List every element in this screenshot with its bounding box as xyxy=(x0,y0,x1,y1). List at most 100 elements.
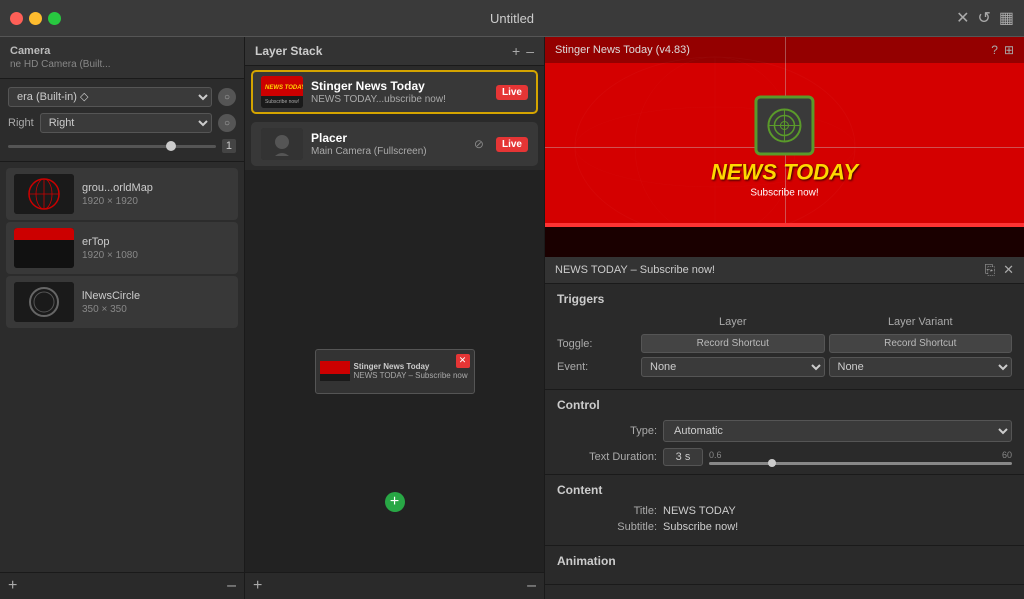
titlebar-toolbar: ✕ ↺ ▦ xyxy=(956,8,1014,28)
thumb-size: 1920 × 1920 xyxy=(82,196,230,207)
stinger-layer-info: Stinger News Today NEWS TODAY...ubscribe… xyxy=(311,79,488,105)
placer-layer-name: Placer xyxy=(311,131,466,145)
thumb-ertop xyxy=(14,228,74,268)
right-panel: Stinger News Today (v4.83) ? ⊞ NEW xyxy=(545,37,1024,599)
camera-dropdown-row: era (Built-in) ◇ ○ xyxy=(8,87,236,107)
content-subtitle-label: Subtitle: xyxy=(557,521,657,533)
event-label: Event: xyxy=(557,361,637,373)
toggle-variant-shortcut-btn[interactable]: Record Shortcut xyxy=(829,334,1013,353)
stinger-layer-sub: NEWS TODAY...ubscribe now! xyxy=(311,94,488,105)
titlebar: Untitled ✕ ↺ ▦ xyxy=(0,0,1024,37)
remove-layer-button[interactable]: – xyxy=(227,577,236,595)
right-circle-btn[interactable]: ○ xyxy=(218,114,236,132)
duration-slider-container: 0.6 60 xyxy=(709,450,1012,465)
stinger-layer-name: Stinger News Today xyxy=(311,79,488,93)
stinger-thumb: NEWS TODAY Subscribe now! xyxy=(261,76,303,108)
window-title: Untitled xyxy=(490,11,534,26)
props-banner: NEWS TODAY – Subscribe now! ⎘ ✕ xyxy=(545,257,1024,284)
layer-placer[interactable]: Placer Main Camera (Fullscreen) ⊘ Live xyxy=(251,122,538,166)
thumb-size: 350 × 350 xyxy=(82,304,230,315)
toggle-layer-shortcut-btn[interactable]: Record Shortcut xyxy=(641,334,825,353)
add-layer-button[interactable]: + xyxy=(8,577,17,595)
trigger-toggle-row: Toggle: Record Shortcut Record Shortcut xyxy=(557,334,1012,353)
left-panel-footer: + – xyxy=(0,572,244,599)
list-item[interactable]: lNewsCircle 350 × 350 xyxy=(6,276,238,328)
event-variant-select[interactable]: None xyxy=(829,357,1013,377)
placer-layer-info: Placer Main Camera (Fullscreen) xyxy=(311,131,466,157)
news-content: NEWS TODAY Subscribe now! xyxy=(711,96,858,199)
canvas-add-button[interactable]: + xyxy=(385,492,405,512)
right-label: Right xyxy=(8,117,34,129)
triggers-header-row: Layer Layer Variant xyxy=(557,314,1012,330)
camera-select[interactable]: era (Built-in) ◇ xyxy=(8,87,212,107)
thumb-info: lNewsCircle 350 × 350 xyxy=(82,290,230,315)
remove-canvas-footer-button[interactable]: – xyxy=(527,577,536,595)
main-slider[interactable] xyxy=(8,145,216,148)
copy-icon-btn[interactable]: ⎘ xyxy=(985,262,995,278)
thumb-info: erTop 1920 × 1080 xyxy=(82,236,230,261)
content-title-value: NEWS TODAY xyxy=(663,505,1012,517)
title-row: Title: NEWS TODAY xyxy=(557,505,1012,517)
layer-stinger[interactable]: NEWS TODAY Subscribe now! Stinger News T… xyxy=(251,70,538,114)
content-subtitle-value: Subscribe now! xyxy=(663,521,1012,533)
svg-text:NEWS TODAY: NEWS TODAY xyxy=(265,85,303,91)
grid-icon-btn[interactable]: ▦ xyxy=(999,8,1014,28)
slider-row: 1 xyxy=(8,139,236,153)
middle-footer: + – xyxy=(245,572,544,599)
duration-max: 60 xyxy=(1002,450,1012,460)
placer-layer-sub: Main Camera (Fullscreen) xyxy=(311,146,466,157)
animation-title: Animation xyxy=(557,554,1012,568)
minimize-button[interactable] xyxy=(29,12,42,25)
banner-close-btn[interactable]: ✕ xyxy=(1003,262,1014,278)
mini-thumb xyxy=(320,361,350,381)
placer-live-badge: Live xyxy=(496,137,528,152)
trigger-col-layer: Layer xyxy=(641,314,825,330)
mini-layer-sub: NEWS TODAY – Subscribe now xyxy=(354,371,468,380)
main-content: Camera ne HD Camera (Built... era (Built… xyxy=(0,37,1024,599)
duration-min: 0.6 xyxy=(709,450,722,460)
news-title-text: NEWS TODAY xyxy=(711,160,858,186)
layer-stack-header: Layer Stack + – xyxy=(245,37,544,66)
close-button[interactable] xyxy=(10,12,23,25)
duration-marks: 0.6 60 xyxy=(709,450,1012,460)
preview-area: Stinger News Today (v4.83) ? ⊞ NEW xyxy=(545,37,1024,257)
right-select[interactable]: Right xyxy=(40,113,212,133)
type-select[interactable]: Automatic Manual xyxy=(663,420,1012,442)
refresh-icon-btn[interactable]: ↺ xyxy=(977,8,990,28)
subtitle-row: Subtitle: Subscribe now! xyxy=(557,521,1012,533)
window-controls xyxy=(10,12,61,25)
stinger-live-badge: Live xyxy=(496,85,528,100)
mini-text: Stinger News Today NEWS TODAY – Subscrib… xyxy=(354,362,468,380)
content-title: Content xyxy=(557,483,1012,497)
add-layer-stack-button[interactable]: + xyxy=(512,43,520,59)
type-row: Type: Automatic Manual xyxy=(557,420,1012,442)
triggers-title: Triggers xyxy=(557,292,1012,306)
control-title: Control xyxy=(557,398,1012,412)
add-canvas-footer-button[interactable]: + xyxy=(253,577,262,595)
thumb-name: lNewsCircle xyxy=(82,290,230,302)
event-layer-select[interactable]: None Won xyxy=(641,357,825,377)
close-icon-btn[interactable]: ✕ xyxy=(956,8,969,28)
thumb-name: erTop xyxy=(82,236,230,248)
thumb-size: 1920 × 1080 xyxy=(82,250,230,261)
middle-panel: Layer Stack + – NEWS TODAY Subscribe now… xyxy=(245,37,545,599)
trigger-col-variant: Layer Variant xyxy=(829,314,1013,330)
thumb-info: grou...orldMap 1920 × 1920 xyxy=(82,182,230,207)
maximize-button[interactable] xyxy=(48,12,61,25)
thumb-worldmap xyxy=(14,174,74,214)
camera-title: Camera xyxy=(10,45,234,57)
remove-layer-stack-button[interactable]: – xyxy=(526,43,534,59)
duration-label: Text Duration: xyxy=(557,451,657,463)
mini-close-btn[interactable]: ✕ xyxy=(456,354,470,368)
settings-circle-btn[interactable]: ○ xyxy=(218,88,236,106)
list-item[interactable]: grou...orldMap 1920 × 1920 xyxy=(6,168,238,220)
svg-text:Subscribe now!: Subscribe now! xyxy=(265,99,299,105)
camera-section: Camera ne HD Camera (Built... xyxy=(0,37,244,79)
layer-stack-title: Layer Stack xyxy=(255,44,322,58)
mini-preview: Stinger News Today NEWS TODAY – Subscrib… xyxy=(315,349,475,394)
list-item[interactable]: erTop 1920 × 1080 xyxy=(6,222,238,274)
duration-slider[interactable] xyxy=(709,462,1012,465)
thumb-name: grou...orldMap xyxy=(82,182,230,194)
news-subtitle-text: Subscribe now! xyxy=(711,188,858,199)
left-panel: Camera ne HD Camera (Built... era (Built… xyxy=(0,37,245,599)
